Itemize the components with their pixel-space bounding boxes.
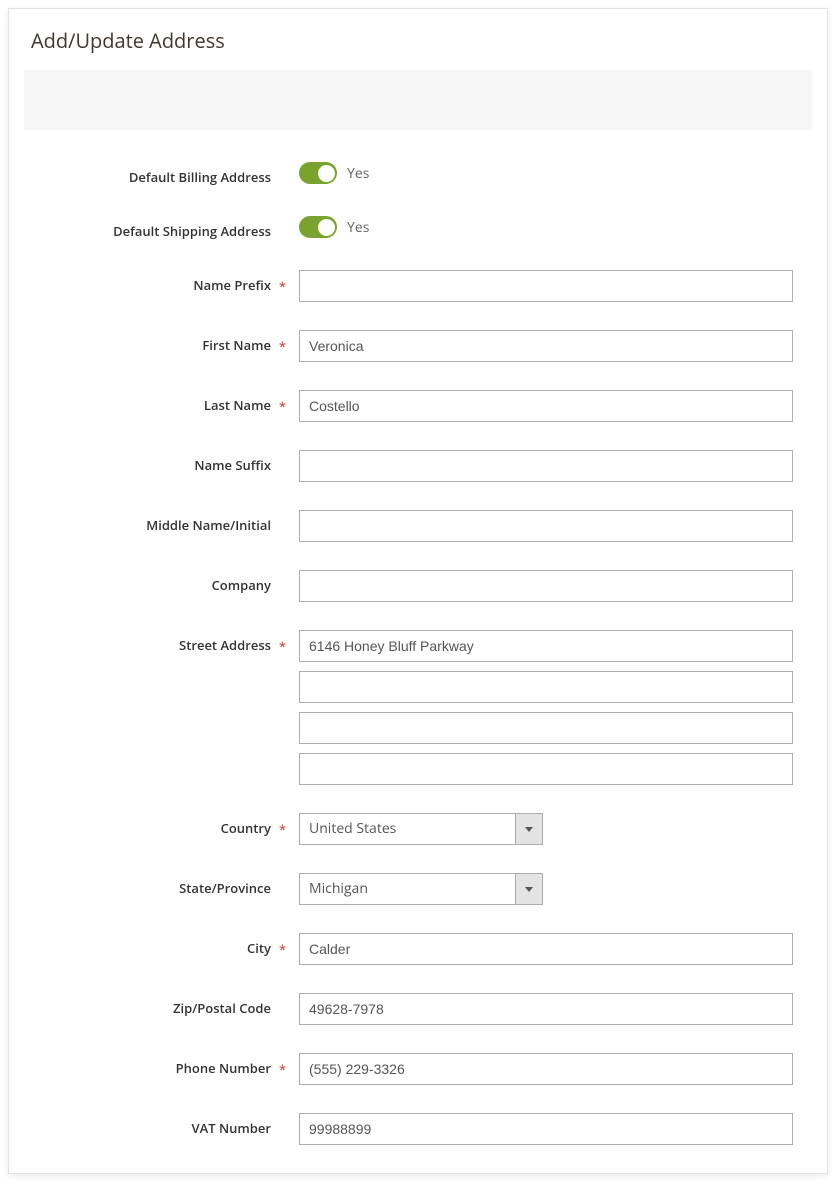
field-default-billing: Default Billing Address Yes xyxy=(37,162,799,186)
input-street-3[interactable] xyxy=(299,712,793,744)
select-country-value: United States xyxy=(299,813,543,845)
label-city: City xyxy=(37,933,299,957)
field-company: Company xyxy=(37,570,799,602)
field-country: Country United States xyxy=(37,813,799,845)
label-first-name: First Name xyxy=(37,330,299,354)
toggle-default-shipping[interactable] xyxy=(299,216,337,238)
panel-title: Add/Update Address xyxy=(9,9,827,70)
field-name-suffix: Name Suffix xyxy=(37,450,799,482)
chevron-down-icon xyxy=(525,887,533,892)
input-phone[interactable] xyxy=(299,1053,793,1085)
label-phone: Phone Number xyxy=(37,1053,299,1077)
input-street-1[interactable] xyxy=(299,630,793,662)
input-vat[interactable] xyxy=(299,1113,793,1145)
field-state: State/Province Michigan xyxy=(37,873,799,905)
input-last-name[interactable] xyxy=(299,390,793,422)
field-zip: Zip/Postal Code xyxy=(37,993,799,1025)
chevron-down-icon xyxy=(525,827,533,832)
field-name-prefix: Name Prefix xyxy=(37,270,799,302)
select-state[interactable]: Michigan xyxy=(299,873,543,905)
label-middle-name: Middle Name/Initial xyxy=(37,510,299,534)
label-state: State/Province xyxy=(37,873,299,897)
field-last-name: Last Name xyxy=(37,390,799,422)
input-first-name[interactable] xyxy=(299,330,793,362)
field-first-name: First Name xyxy=(37,330,799,362)
select-state-value: Michigan xyxy=(299,873,543,905)
label-name-prefix: Name Prefix xyxy=(37,270,299,294)
label-zip: Zip/Postal Code xyxy=(37,993,299,1017)
label-company: Company xyxy=(37,570,299,594)
select-country-button[interactable] xyxy=(515,813,543,845)
input-middle-name[interactable] xyxy=(299,510,793,542)
address-panel: Add/Update Address Default Billing Addre… xyxy=(8,8,828,1174)
label-vat: VAT Number xyxy=(37,1113,299,1137)
field-city: City xyxy=(37,933,799,965)
field-default-shipping: Default Shipping Address Yes xyxy=(37,216,799,240)
field-street-address: Street Address xyxy=(37,630,799,785)
label-country: Country xyxy=(37,813,299,837)
toggle-default-billing-text: Yes xyxy=(347,164,369,183)
input-company[interactable] xyxy=(299,570,793,602)
input-name-prefix[interactable] xyxy=(299,270,793,302)
label-default-billing: Default Billing Address xyxy=(37,162,299,186)
label-name-suffix: Name Suffix xyxy=(37,450,299,474)
address-form: Default Billing Address Yes Default Ship… xyxy=(9,162,827,1145)
input-city[interactable] xyxy=(299,933,793,965)
field-vat: VAT Number xyxy=(37,1113,799,1145)
label-street-address: Street Address xyxy=(37,630,299,654)
input-name-suffix[interactable] xyxy=(299,450,793,482)
field-middle-name: Middle Name/Initial xyxy=(37,510,799,542)
select-state-button[interactable] xyxy=(515,873,543,905)
toggle-default-billing[interactable] xyxy=(299,162,337,184)
input-street-2[interactable] xyxy=(299,671,793,703)
notice-bar xyxy=(24,70,812,130)
input-street-4[interactable] xyxy=(299,753,793,785)
select-country[interactable]: United States xyxy=(299,813,543,845)
toggle-default-shipping-text: Yes xyxy=(347,218,369,237)
label-last-name: Last Name xyxy=(37,390,299,414)
label-default-shipping: Default Shipping Address xyxy=(37,216,299,240)
input-zip[interactable] xyxy=(299,993,793,1025)
field-phone: Phone Number xyxy=(37,1053,799,1085)
